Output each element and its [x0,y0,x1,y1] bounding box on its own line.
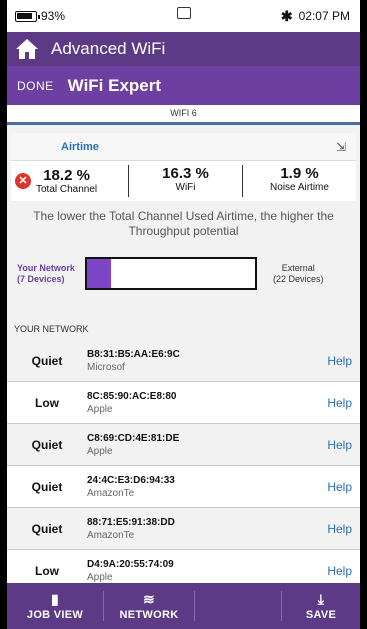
airtime-header: Airtime ⇲ [11,133,356,161]
airtime-share-bar: Your Network (7 Devices) External (22 De… [7,257,360,290]
device-vendor: Microsof [87,361,125,373]
device-level: Low [35,563,59,578]
app-title: Advanced WiFi [51,39,166,58]
collapse-icon[interactable]: ⇲ [336,140,346,154]
wifi-label: WiFi [175,182,196,193]
job-view-label: JOB VIEW [26,609,84,621]
help-link[interactable]: Help [327,564,352,578]
sub-header: DONE WiFi Expert [7,66,360,105]
stat-total-channel: ✕ 18.2 % Total Channel [11,165,128,197]
status-bar: 93% ✱ 02:07 PM [7,0,360,32]
clipboard-icon: ▮ [50,591,59,607]
done-button[interactable]: DONE [17,79,54,93]
your-network-section-label: YOUR NETWORK [14,324,89,334]
device-mac: 8C:85:90:AC:E8:80 [87,390,177,402]
wifi-icon: ≋ [142,591,156,607]
total-channel-label: Total Channel [36,184,98,195]
share-meter-fill [87,259,111,288]
total-channel-pct: 18.2 % [43,167,90,184]
help-link[interactable]: Help [327,354,352,368]
device-vendor: Apple [87,403,113,415]
device-level: Quiet [31,521,63,536]
noise-label: Noise Airtime [270,182,329,193]
page-title: WiFi Expert [67,75,162,95]
main-content[interactable]: WIFI 6 Airtime ⇲ ✕ 18.2 % Total Channel … [7,105,360,583]
device-level: Quiet [31,479,63,494]
device-vendor: Apple [87,571,113,583]
status-right: ✱ 02:07 PM [281,8,350,25]
battery-level: 93% [41,9,66,23]
help-link[interactable]: Help [327,522,352,536]
stat-noise: 1.9 % Noise Airtime [242,165,356,197]
device-mac: 88:71:E5:91:38:DD [87,516,175,528]
your-network-label: Your Network (7 Devices) [17,262,75,284]
stat-wifi: 16.3 % WiFi [128,165,242,197]
share-meter [85,257,257,290]
list-item[interactable]: Quiet 24:4C:E3:D6:94:33 AmazonTe Help [7,466,360,508]
device-vendor: AmazonTe [87,487,135,499]
empty-slot [195,583,281,629]
screen-icon [177,7,191,19]
device-vendor: Apple [87,445,113,457]
bottom-nav: ▮ JOB VIEW ≋ NETWORK ⤓ SAVE [7,583,360,629]
battery-icon [15,10,40,22]
list-item[interactable]: Quiet 88:71:E5:91:38:DD AmazonTe Help [7,508,360,550]
external-label: External (22 Devices) [273,262,324,284]
throughput-hint: The lower the Total Channel Used Airtime… [33,209,334,238]
network-button[interactable]: ≋ NETWORK [104,583,194,629]
list-item[interactable]: Quiet C8:69:CD:4E:81:DE Apple Help [7,424,360,466]
device-mac: 24:4C:E3:D6:94:33 [87,474,175,486]
device-level: Low [35,395,59,410]
device-mac: D4:9A:20:55:74:09 [87,558,174,570]
wifi6-strip: WIFI 6 [7,105,360,125]
device-mac: B8:31:B5:AA:E6:9C [87,348,180,360]
device-screen: 93% ✱ 02:07 PM Advanced WiFi DONE WiFi E… [7,0,360,629]
bluetooth-icon: ✱ [280,7,293,24]
device-vendor: AmazonTe [87,529,135,541]
device-level: Quiet [31,353,63,368]
noise-pct: 1.9 % [280,165,319,182]
airtime-title: Airtime [61,140,99,153]
network-label: NETWORK [119,609,179,621]
save-button[interactable]: ⤓ SAVE [282,583,360,629]
download-icon: ⤓ [317,591,325,607]
app-bar: Advanced WiFi [7,32,360,66]
device-level: Quiet [31,437,63,452]
help-link[interactable]: Help [327,396,352,410]
error-icon: ✕ [15,173,31,189]
device-list: Quiet B8:31:B5:AA:E6:9C Microsof Help Lo… [7,340,360,583]
job-view-button[interactable]: ▮ JOB VIEW [7,583,103,629]
device-mac: C8:69:CD:4E:81:DE [87,432,180,444]
help-link[interactable]: Help [327,438,352,452]
help-link[interactable]: Help [327,480,352,494]
home-icon[interactable] [15,38,39,60]
clock: 02:07 PM [298,9,350,23]
save-label: SAVE [305,609,337,621]
list-item[interactable]: Low D4:9A:20:55:74:09 Apple Help [7,550,360,583]
list-item[interactable]: Quiet B8:31:B5:AA:E6:9C Microsof Help [7,340,360,382]
list-item[interactable]: Low 8C:85:90:AC:E8:80 Apple Help [7,382,360,424]
wifi-pct: 16.3 % [162,165,209,182]
airtime-stats: ✕ 18.2 % Total Channel 16.3 % WiFi 1.9 %… [11,161,356,201]
